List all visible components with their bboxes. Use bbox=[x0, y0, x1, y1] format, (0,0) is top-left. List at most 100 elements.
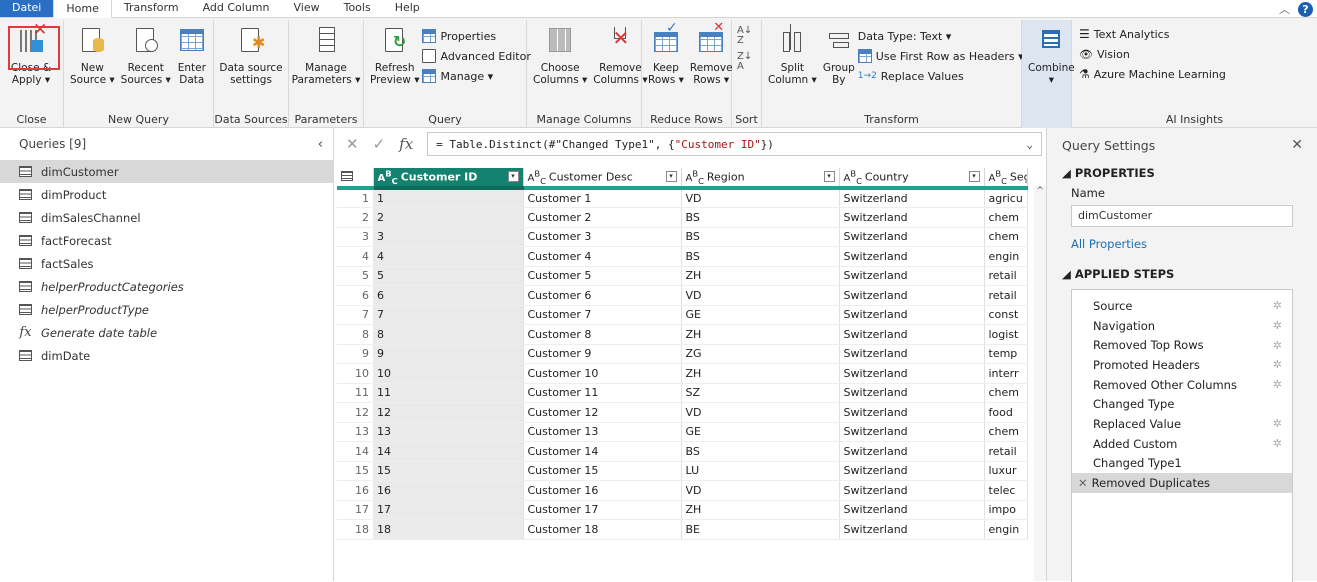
manage-button[interactable]: Manage ▾ bbox=[422, 66, 530, 86]
query-item[interactable]: dimCustomer bbox=[0, 160, 333, 183]
applied-step[interactable]: Navigation ✲ bbox=[1072, 316, 1292, 336]
table-cell[interactable]: LU bbox=[681, 461, 840, 481]
table-cell[interactable]: engin bbox=[984, 246, 1028, 267]
applied-step[interactable]: Replaced Value ✲ bbox=[1072, 414, 1292, 434]
table-cell[interactable]: VD bbox=[681, 188, 840, 208]
text-type-icon[interactable]: ABC bbox=[844, 168, 862, 184]
text-analytics-button[interactable]: ☰ Text Analytics bbox=[1079, 24, 1226, 44]
table-cell[interactable]: BS bbox=[681, 227, 840, 247]
column-header[interactable]: ABC Region ▾ bbox=[681, 168, 840, 190]
query-item[interactable]: fx Generate date table bbox=[0, 321, 333, 344]
table-cell[interactable]: Switzerland bbox=[839, 480, 985, 501]
table-cell[interactable]: engin bbox=[984, 519, 1028, 540]
table-cell[interactable]: luxur bbox=[984, 461, 1028, 481]
split-column-button[interactable]: Split Column ▾ bbox=[765, 22, 820, 88]
table-cell[interactable]: Switzerland bbox=[839, 188, 985, 208]
tab-home[interactable]: Home bbox=[53, 0, 112, 18]
table-cell[interactable]: Customer 14 bbox=[523, 441, 682, 462]
table-cell[interactable]: retail bbox=[984, 266, 1028, 286]
table-cell[interactable]: Switzerland bbox=[839, 402, 985, 423]
table-cell[interactable]: chem bbox=[984, 207, 1028, 228]
table-cell[interactable]: Customer 9 bbox=[523, 344, 682, 364]
query-item[interactable]: helperProductCategories bbox=[0, 275, 333, 298]
applied-step[interactable]: Source ✲ bbox=[1072, 296, 1292, 316]
replace-values-button[interactable]: 1→2 Replace Values bbox=[858, 66, 1024, 86]
table-cell[interactable]: Switzerland bbox=[839, 324, 985, 345]
applied-step[interactable]: Removed Other Columns ✲ bbox=[1072, 375, 1292, 395]
table-cell[interactable]: Switzerland bbox=[839, 305, 985, 325]
applied-steps-section[interactable]: ◢ APPLIED STEPS bbox=[1047, 263, 1317, 285]
table-cell[interactable]: ZH bbox=[681, 266, 840, 286]
table-cell[interactable]: 4 bbox=[373, 246, 524, 267]
azure-ml-button[interactable]: ⚗ Azure Machine Learning bbox=[1079, 64, 1226, 84]
table-cell[interactable]: Switzerland bbox=[839, 285, 985, 306]
table-cell[interactable]: 3 bbox=[373, 227, 524, 247]
table-cell[interactable]: GE bbox=[681, 305, 840, 325]
manage-parameters-button[interactable]: Manage Parameters ▾ bbox=[292, 22, 360, 88]
step-settings-icon[interactable]: ✲ bbox=[1273, 358, 1282, 371]
table-cell[interactable]: 15 bbox=[373, 461, 524, 481]
table-cell[interactable]: 10 bbox=[373, 363, 524, 384]
table-cell[interactable]: Switzerland bbox=[839, 344, 985, 364]
table-menu-icon[interactable] bbox=[337, 168, 374, 190]
applied-step[interactable]: Added Custom ✲ bbox=[1072, 434, 1292, 454]
text-type-icon[interactable]: ABC bbox=[378, 168, 398, 184]
applied-step[interactable]: Removed Top Rows ✲ bbox=[1072, 335, 1292, 355]
table-cell[interactable]: 11 bbox=[373, 383, 524, 403]
new-source-button[interactable]: New Source ▾ bbox=[67, 22, 118, 88]
table-cell[interactable]: Customer 12 bbox=[523, 402, 682, 423]
table-cell[interactable]: retail bbox=[984, 441, 1028, 462]
table-cell[interactable]: Customer 13 bbox=[523, 422, 682, 442]
delete-step-icon[interactable]: ✕ bbox=[1078, 476, 1088, 490]
cancel-formula-icon[interactable]: ✕ bbox=[346, 135, 359, 153]
table-cell[interactable]: 2 bbox=[373, 207, 524, 228]
column-header[interactable]: ABC Customer ID ▾ bbox=[373, 168, 524, 190]
table-cell[interactable]: agricu bbox=[984, 188, 1028, 208]
table-cell[interactable]: Customer 5 bbox=[523, 266, 682, 286]
table-cell[interactable]: 18 bbox=[373, 519, 524, 540]
applied-step[interactable]: Promoted Headers ✲ bbox=[1072, 355, 1292, 375]
step-settings-icon[interactable]: ✲ bbox=[1273, 339, 1282, 352]
filter-dropdown-icon[interactable]: ▾ bbox=[968, 171, 980, 183]
column-header[interactable]: ABCSegm bbox=[984, 168, 1028, 190]
filter-dropdown-icon[interactable]: ▾ bbox=[507, 171, 519, 183]
text-type-icon[interactable]: ABC bbox=[686, 168, 704, 184]
table-cell[interactable]: 14 bbox=[373, 441, 524, 462]
table-cell[interactable]: Customer 11 bbox=[523, 383, 682, 403]
table-cell[interactable]: telec bbox=[984, 480, 1028, 501]
table-cell[interactable]: ZH bbox=[681, 363, 840, 384]
table-cell[interactable]: 17 bbox=[373, 500, 524, 520]
table-cell[interactable]: temp bbox=[984, 344, 1028, 364]
step-settings-icon[interactable]: ✲ bbox=[1273, 417, 1282, 430]
sort-ascending-icon[interactable]: A↓ Z bbox=[737, 26, 752, 46]
table-cell[interactable]: const bbox=[984, 305, 1028, 325]
table-cell[interactable]: Customer 8 bbox=[523, 324, 682, 345]
table-cell[interactable]: Customer 16 bbox=[523, 480, 682, 501]
tab-help[interactable]: Help bbox=[383, 0, 432, 17]
table-cell[interactable]: 12 bbox=[373, 402, 524, 423]
properties-button[interactable]: Properties bbox=[422, 26, 530, 46]
table-cell[interactable]: GE bbox=[681, 422, 840, 442]
all-properties-link[interactable]: All Properties bbox=[1047, 227, 1317, 261]
remove-rows-button[interactable]: ✕ Remove Rows ▾ bbox=[687, 21, 736, 88]
table-cell[interactable]: Switzerland bbox=[839, 519, 985, 540]
data-source-settings-button[interactable]: ✱ Data source settings bbox=[217, 22, 285, 88]
table-cell[interactable]: 9 bbox=[373, 344, 524, 364]
filter-dropdown-icon[interactable]: ▾ bbox=[665, 171, 677, 183]
table-cell[interactable]: Customer 7 bbox=[523, 305, 682, 325]
table-cell[interactable]: VD bbox=[681, 285, 840, 306]
table-cell[interactable]: Customer 17 bbox=[523, 500, 682, 520]
table-cell[interactable]: 7 bbox=[373, 305, 524, 325]
query-item[interactable]: factForecast bbox=[0, 229, 333, 252]
table-cell[interactable]: food bbox=[984, 402, 1028, 423]
commit-formula-icon[interactable]: ✓ bbox=[373, 135, 386, 153]
vision-button[interactable]: 👁 Vision bbox=[1079, 44, 1226, 64]
table-cell[interactable]: ZH bbox=[681, 500, 840, 520]
table-cell[interactable]: Switzerland bbox=[839, 246, 985, 267]
tab-view[interactable]: View bbox=[281, 0, 331, 17]
step-settings-icon[interactable]: ✲ bbox=[1273, 437, 1282, 450]
query-item[interactable]: factSales bbox=[0, 252, 333, 275]
step-settings-icon[interactable]: ✲ bbox=[1273, 378, 1282, 391]
help-icon[interactable]: ? bbox=[1298, 1, 1313, 17]
table-cell[interactable]: 6 bbox=[373, 285, 524, 306]
